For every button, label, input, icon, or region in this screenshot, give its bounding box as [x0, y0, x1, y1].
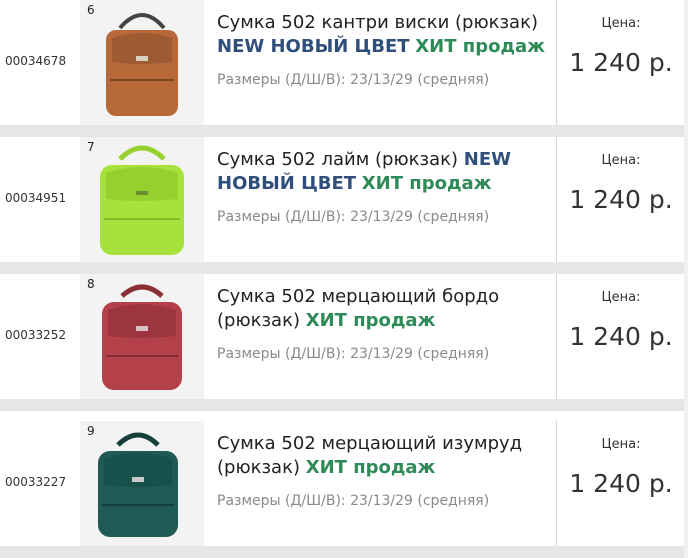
row-divider	[0, 546, 688, 558]
price-value: 1 240 р.	[569, 185, 673, 214]
price-cell: Цена: 1 240 р.	[556, 421, 685, 546]
price-value: 1 240 р.	[569, 469, 673, 498]
bestseller-badge: ХИТ продаж	[305, 310, 436, 331]
product-index: 6	[87, 3, 95, 17]
product-sku: 00033227	[5, 475, 67, 489]
product-image[interactable]	[80, 137, 204, 262]
price-cell: Цена: 1 240 р.	[556, 137, 685, 262]
row-divider	[0, 262, 688, 274]
product-row[interactable]: 00033227 9 Сумка 502 мерцающий изумруд (…	[0, 421, 688, 546]
product-image[interactable]	[80, 274, 204, 399]
product-name[interactable]: Сумка 502 лайм (рюкзак)	[217, 149, 458, 170]
product-title[interactable]: Сумка 502 лайм (рюкзак) NEW НОВЫЙ ЦВЕТ Х…	[217, 148, 547, 196]
product-title[interactable]: Сумка 502 мерцающий изумруд (рюкзак) ХИТ…	[217, 432, 547, 480]
product-index: 7	[87, 140, 95, 154]
row-divider	[0, 399, 688, 411]
product-row[interactable]: 00033252 8 Сумка 502 мерцающий бордо (рю…	[0, 274, 688, 399]
row-divider	[0, 125, 688, 137]
product-sku: 00034951	[5, 191, 67, 205]
price-label: Цена:	[601, 437, 641, 452]
price-label: Цена:	[601, 290, 641, 305]
product-title[interactable]: Сумка 502 мерцающий бордо (рюкзак) ХИТ п…	[217, 285, 547, 333]
price-label: Цена:	[601, 16, 641, 31]
product-title[interactable]: Сумка 502 кантри виски (рюкзак) NEW НОВЫ…	[217, 11, 547, 59]
product-name[interactable]: Сумка 502 кантри виски (рюкзак)	[217, 12, 538, 33]
product-sizes: Размеры (Д/Ш/В): 23/13/29 (средняя)	[217, 72, 490, 88]
price-cell: Цена: 1 240 р.	[556, 274, 685, 399]
bestseller-badge: ХИТ продаж	[361, 173, 492, 194]
product-sizes: Размеры (Д/Ш/В): 23/13/29 (средняя)	[217, 346, 490, 362]
product-image[interactable]	[80, 421, 204, 546]
product-sku: 00034678	[5, 54, 67, 68]
price-label: Цена:	[601, 153, 641, 168]
product-row[interactable]: 00034951 7 Сумка 502 лайм (рюкзак) NEW Н…	[0, 137, 688, 262]
new-color-badge: NEW НОВЫЙ ЦВЕТ	[217, 36, 410, 57]
price-value: 1 240 р.	[569, 322, 673, 351]
product-index: 9	[87, 424, 95, 438]
product-sizes: Размеры (Д/Ш/В): 23/13/29 (средняя)	[217, 209, 490, 225]
bestseller-badge: ХИТ продаж	[305, 457, 436, 478]
product-row[interactable]: 00034678 6 Сумка 502 кантри виски (рюкза…	[0, 0, 688, 125]
product-index: 8	[87, 277, 95, 291]
product-sku: 00033252	[5, 328, 67, 342]
price-value: 1 240 р.	[569, 48, 673, 77]
price-cell: Цена: 1 240 р.	[556, 0, 685, 125]
product-image[interactable]	[80, 0, 204, 125]
bestseller-badge: ХИТ продаж	[415, 36, 546, 57]
scrollbar[interactable]	[684, 0, 688, 558]
product-sizes: Размеры (Д/Ш/В): 23/13/29 (средняя)	[217, 493, 490, 509]
